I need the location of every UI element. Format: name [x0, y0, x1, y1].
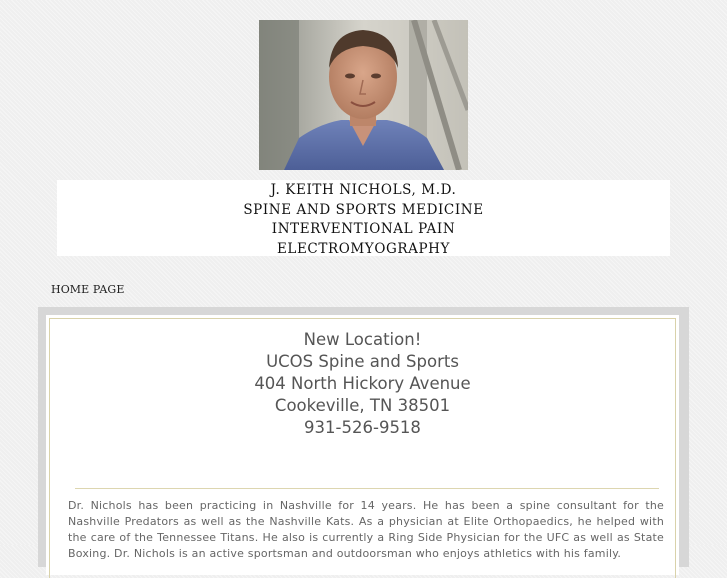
phone-number: 931-526-9518	[304, 418, 421, 437]
specialty-spine-sports: SPINE AND SPORTS MEDICINE	[243, 201, 484, 218]
content-border: New Location! UCOS Spine and Sports 404 …	[49, 318, 676, 578]
doctor-portrait-photo	[259, 20, 468, 170]
portrait-image	[259, 20, 468, 170]
city-state-zip: Cookeville, TN 38501	[274, 396, 451, 415]
clinic-name: UCOS Spine and Sports	[266, 352, 459, 371]
new-location-block: New Location! UCOS Spine and Sports 404 …	[50, 329, 675, 439]
section-divider	[75, 488, 659, 489]
bio-paragraph: Dr. Nichols has been practicing in Nashv…	[68, 499, 664, 560]
nav-home-page-link[interactable]: HOME PAGE	[51, 283, 124, 296]
doctor-name: J. KEITH NICHOLS, M.D.	[270, 182, 457, 198]
specialty-interventional-pain: INTERVENTIONAL PAIN	[271, 221, 456, 237]
new-location-heading: New Location!	[303, 330, 422, 349]
doctor-title-box: J. KEITH NICHOLS, M.D. SPINE AND SPORTS …	[57, 180, 670, 257]
content-frame: New Location! UCOS Spine and Sports 404 …	[38, 307, 689, 578]
content-panel: New Location! UCOS Spine and Sports 404 …	[46, 315, 679, 578]
street-address: 404 North Hickory Avenue	[254, 374, 471, 393]
specialty-electromyography: ELECTROMYOGRAPHY	[276, 240, 451, 257]
